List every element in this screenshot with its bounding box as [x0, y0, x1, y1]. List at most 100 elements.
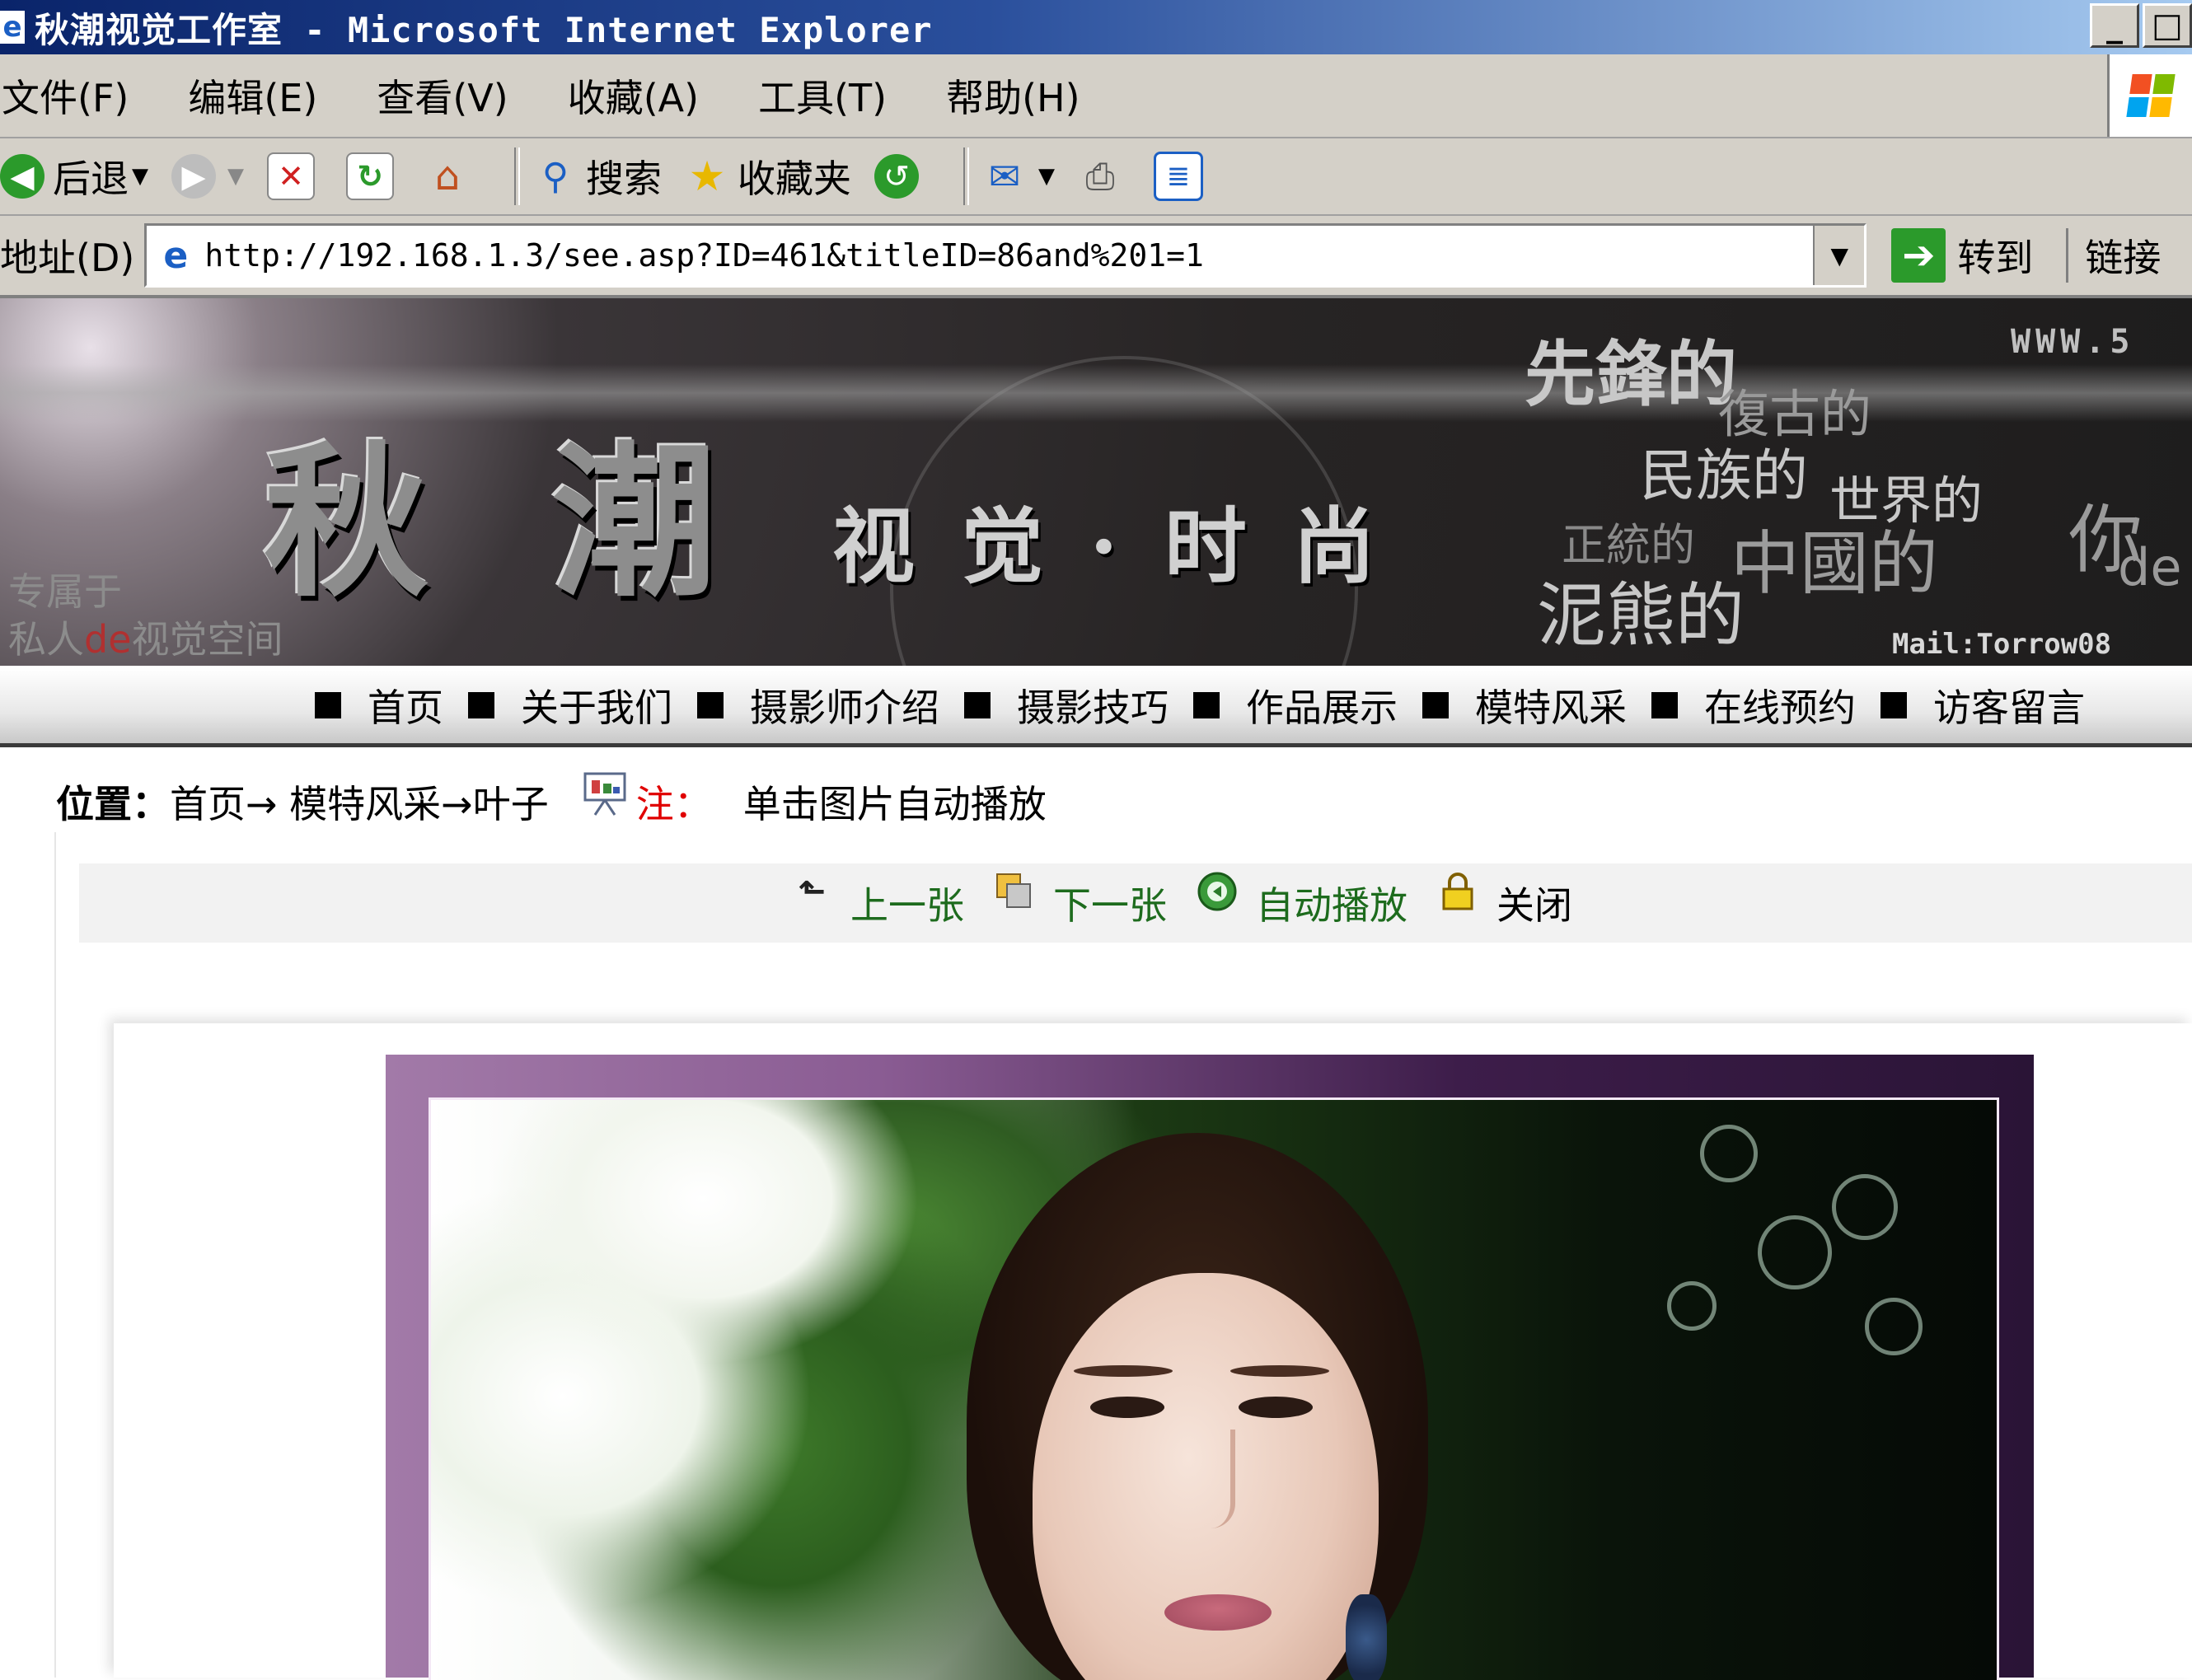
banner-word: 泥熊的 — [1537, 575, 1745, 656]
back-button[interactable]: ◀ 后退 ▼ — [0, 149, 148, 204]
slideshow-icon — [583, 772, 626, 816]
site-subtitle: 视觉·时尚 — [832, 498, 1422, 595]
favorites-button[interactable]: ★ 收藏夹 — [685, 149, 851, 204]
history-icon: ↺ — [874, 154, 919, 199]
menu-bar: 文件(F) 编辑(E) 查看(V) 收藏(A) 工具(T) 帮助(H) — [0, 54, 2192, 138]
nav-works[interactable]: 作品展示 — [1193, 678, 1398, 732]
photo-nose — [1197, 1430, 1235, 1528]
photo-brow — [1230, 1365, 1329, 1377]
autoplay-button[interactable]: 自动播放 — [1197, 872, 1407, 930]
content-border — [54, 832, 56, 1678]
forward-dropdown-icon[interactable]: ▼ — [227, 164, 244, 189]
note-text: 单击图片自动播放 — [742, 782, 1047, 826]
bullet-square-icon — [1193, 692, 1220, 718]
refresh-icon: ↻ — [346, 152, 394, 200]
slideshow-controls: ⬑ 上一张 下一张 自动播放 关闭 — [79, 863, 2192, 943]
search-icon: ⚲ — [541, 155, 569, 198]
address-label: 地址(D) — [0, 236, 135, 280]
maximize-button[interactable]: □ — [2143, 3, 2192, 48]
nav-about[interactable]: 关于我们 — [468, 678, 672, 732]
bullet-square-icon — [1881, 692, 1907, 718]
go-arrow-icon: ➔ — [1891, 228, 1946, 283]
banner-tagline-2: 私人de视觉空间 — [8, 610, 283, 664]
address-dropdown-icon[interactable]: ▼ — [1813, 226, 1865, 285]
tagline-part-a: 私人 — [8, 617, 84, 662]
next-label: 下一张 — [1053, 883, 1167, 928]
prev-label: 上一张 — [850, 883, 964, 928]
site-nav: 首页 关于我们 摄影师介绍 摄影技巧 作品展示 模特风采 在线预约 访客留言 — [0, 667, 2192, 747]
banner-www: WWW.5 — [2011, 323, 2135, 361]
toolbar-separator — [514, 147, 520, 205]
prev-button[interactable]: ⬑ 上一张 — [791, 873, 964, 930]
bokeh-circle — [1758, 1215, 1832, 1289]
favorites-label: 收藏夹 — [738, 157, 851, 201]
address-bar: 地址(D) e http://192.168.1.3/see.asp?ID=46… — [0, 216, 2192, 298]
links-button[interactable]: 链接 — [2066, 228, 2161, 283]
menu-favorites[interactable]: 收藏(A) — [568, 68, 699, 123]
nav-guestbook[interactable]: 访客留言 — [1881, 678, 2085, 732]
window-controls: _ □ — [2090, 3, 2192, 48]
search-label: 搜索 — [586, 157, 662, 201]
bullet-square-icon — [964, 692, 991, 718]
nav-label: 模特风采 — [1475, 686, 1627, 730]
next-button[interactable]: 下一张 — [994, 873, 1167, 930]
nav-label: 访客留言 — [1933, 686, 2085, 730]
home-button[interactable]: ⌂ — [425, 153, 478, 199]
menu-file[interactable]: 文件(F) — [2, 68, 129, 123]
bullet-square-icon — [1651, 692, 1678, 718]
window-title-bar[interactable]: e 秋潮视觉工作室 - Microsoft Internet Explorer … — [0, 0, 2192, 54]
prev-arrow-icon: ⬑ — [798, 873, 826, 910]
toolbar: ◀ 后退 ▼ ▶ ▼ ✕ ↻ ⌂ ⚲ 搜索 ★ 收藏夹 ↺ ✉ ▼ ⎙ ≣ — [0, 138, 2192, 216]
menu-view[interactable]: 查看(V) — [377, 68, 508, 123]
nav-models[interactable]: 模特风采 — [1422, 678, 1627, 732]
bokeh-circle — [1832, 1174, 1898, 1240]
photo-frame[interactable] — [386, 1055, 2034, 1680]
tagline-part-c: 视觉空间 — [131, 617, 283, 662]
mail-dropdown-icon[interactable]: ▼ — [1038, 164, 1055, 189]
edit-button[interactable]: ≣ — [1154, 152, 1211, 201]
nav-label: 首页 — [368, 686, 443, 730]
menu-help[interactable]: 帮助(H) — [946, 68, 1080, 123]
stop-button[interactable]: ✕ — [267, 152, 323, 200]
mail-button[interactable]: ✉ ▼ — [982, 154, 1055, 199]
nav-label: 作品展示 — [1246, 686, 1398, 730]
address-input[interactable]: e http://192.168.1.3/see.asp?ID=461&titl… — [144, 223, 1867, 288]
nav-photographers[interactable]: 摄影师介绍 — [697, 678, 939, 732]
nav-tips[interactable]: 摄影技巧 — [964, 678, 1169, 732]
print-icon: ⎙ — [1085, 155, 1115, 198]
ie-icon: e — [0, 11, 25, 44]
refresh-button[interactable]: ↻ — [346, 152, 402, 200]
nav-label: 关于我们 — [521, 686, 672, 730]
bullet-square-icon — [697, 692, 724, 718]
minimize-button[interactable]: _ — [2090, 3, 2139, 48]
forward-button[interactable]: ▶ ▼ — [171, 154, 244, 199]
address-url[interactable]: http://192.168.1.3/see.asp?ID=461&titleI… — [204, 237, 1204, 274]
go-button[interactable]: ➔ 转到 — [1891, 228, 2033, 283]
close-button[interactable]: 关闭 — [1437, 873, 1572, 930]
print-button[interactable]: ⎙ — [1078, 154, 1131, 199]
back-label: 后退 — [53, 157, 129, 201]
photo-earring — [1346, 1594, 1387, 1680]
forward-arrow-icon: ▶ — [171, 154, 216, 199]
lock-icon — [1437, 871, 1478, 912]
photo-lips — [1164, 1594, 1272, 1631]
banner-word: 中國的 — [1731, 523, 1939, 604]
photo-brow — [1074, 1365, 1173, 1377]
tagline-part-b: de — [84, 617, 132, 662]
model-photo[interactable] — [429, 1097, 1999, 1680]
back-dropdown-icon[interactable]: ▼ — [132, 164, 148, 189]
history-button[interactable]: ↺ — [874, 154, 927, 199]
bullet-square-icon — [315, 692, 341, 718]
nav-label: 摄影师介绍 — [750, 686, 939, 730]
mail-icon: ✉ — [988, 154, 1021, 199]
page-icon: e — [163, 234, 189, 277]
menu-edit[interactable]: 编辑(E) — [188, 68, 317, 123]
menu-tools[interactable]: 工具(T) — [758, 68, 887, 123]
next-pages-icon — [994, 871, 1035, 912]
breadcrumb-path[interactable]: 首页→ 模特风采→叶子 — [170, 774, 549, 829]
breadcrumb: 位置： 首页→ 模特风采→叶子 注： 单击图片自动播放 — [56, 766, 2192, 837]
nav-home[interactable]: 首页 — [315, 678, 443, 732]
nav-booking[interactable]: 在线预约 — [1651, 678, 1856, 732]
site-logo: 秋潮 — [264, 426, 841, 620]
search-button[interactable]: ⚲ 搜索 — [533, 149, 662, 204]
